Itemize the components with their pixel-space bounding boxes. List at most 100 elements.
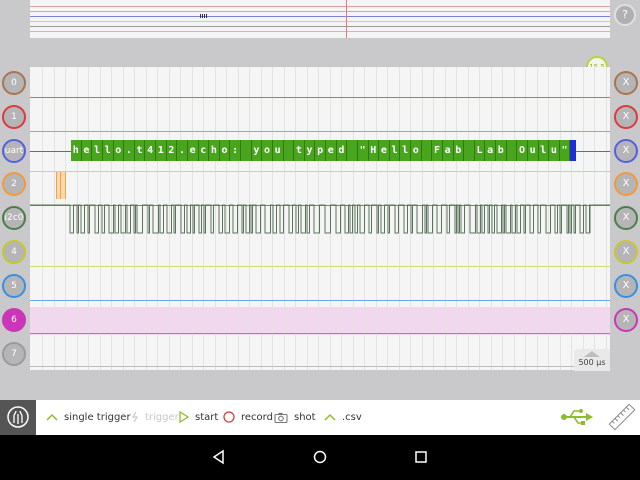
channel-line (30, 171, 610, 172)
csv-export-button[interactable]: .csv (324, 400, 362, 435)
decoded-char: l (400, 140, 411, 161)
channel-line (30, 266, 610, 267)
chevron-up-icon (46, 413, 58, 421)
overview-strip[interactable] (30, 0, 610, 38)
decoded-char: . (124, 140, 135, 161)
channel-button-4[interactable]: 4 (2, 240, 26, 264)
logo-icon (7, 406, 29, 428)
overview-line (30, 11, 610, 12)
usb-icon[interactable] (560, 408, 594, 426)
decoded-char: e (326, 140, 337, 161)
decoded-char: o (262, 140, 273, 161)
decoded-char (283, 140, 295, 161)
i2c-signal-trace (30, 204, 610, 234)
channel-button-uart[interactable]: uart (2, 139, 26, 163)
ruler-button[interactable] (603, 400, 640, 435)
bottom-toolbar: single trigger trigger start record shot… (0, 400, 640, 435)
clear-channel-button-6[interactable]: X (614, 308, 638, 332)
channel-6-highlight (30, 307, 610, 335)
app-logo[interactable] (0, 400, 36, 435)
recents-icon[interactable] (413, 449, 429, 465)
decoded-char: p (315, 140, 326, 161)
decoded-char: L (474, 140, 486, 161)
chevron-up-icon (324, 413, 336, 421)
decoded-char: h (209, 140, 220, 161)
lightning-icon (131, 411, 139, 423)
channel-line (30, 97, 610, 98)
decoded-char: H (368, 140, 380, 161)
decoded-char: c (198, 140, 210, 161)
decoded-char: t (134, 140, 146, 161)
shot-label: shot (294, 412, 316, 423)
play-icon (179, 411, 189, 423)
decoded-char: e (187, 140, 199, 161)
decoded-char: l (538, 140, 550, 161)
decoded-char: o (219, 140, 231, 161)
csv-label: .csv (342, 412, 362, 423)
signal-path (30, 204, 610, 234)
decoded-char: O (517, 140, 528, 161)
trigger-button[interactable]: trigger (131, 400, 179, 435)
camera-icon (274, 412, 288, 423)
overview-line (30, 6, 610, 7)
decoded-char: l (102, 140, 114, 161)
ruler-icon (608, 403, 636, 431)
record-button[interactable]: record (223, 400, 273, 435)
clear-channel-button-i2c0[interactable]: X (614, 206, 638, 230)
decoded-char: : (230, 140, 241, 161)
decoded-char: y (304, 140, 316, 161)
timescale-button[interactable]: 500 µs (574, 349, 610, 371)
record-label: record (241, 412, 273, 423)
decoded-char: y (251, 140, 263, 161)
decoded-char: u (549, 140, 560, 161)
decoded-char: o (411, 140, 422, 161)
decoded-end-marker (570, 140, 577, 161)
start-button[interactable]: start (179, 400, 218, 435)
decoded-char: 4 (145, 140, 156, 161)
clear-channel-button-2[interactable]: X (614, 172, 638, 196)
clear-channel-button-0[interactable]: X (614, 71, 638, 95)
decoded-char (347, 140, 358, 161)
channel-button-6[interactable]: 6 (2, 308, 26, 332)
decoded-char (464, 140, 475, 161)
android-nav-bar (0, 435, 640, 480)
channel-button-5[interactable]: 5 (2, 274, 26, 298)
screenshot-button[interactable]: shot (274, 400, 316, 435)
channel-button-i2c0[interactable]: i2c0 (2, 206, 26, 230)
overview-cursor[interactable] (346, 0, 347, 38)
decoded-char: l (389, 140, 401, 161)
decoded-char: e (379, 140, 390, 161)
clear-channel-button-1[interactable]: X (614, 105, 638, 129)
decoded-char: a (485, 140, 496, 161)
decoded-char: b (496, 140, 507, 161)
decoded-char: " (357, 140, 369, 161)
channel-line (30, 300, 610, 301)
overview-signal-mark (200, 14, 208, 18)
decoded-char (421, 140, 433, 161)
channel-button-1[interactable]: 1 (2, 105, 26, 129)
clear-channel-button-4[interactable]: X (614, 240, 638, 264)
decoded-char: . (177, 140, 188, 161)
decoded-char: o (113, 140, 125, 161)
channel-button-2[interactable]: 2 (2, 172, 26, 196)
decoded-char: u (527, 140, 539, 161)
decoded-char: e (81, 140, 93, 161)
clear-channel-button-5[interactable]: X (614, 274, 638, 298)
timescale-label: 500 µs (578, 358, 606, 367)
decoded-char: F (432, 140, 443, 161)
decoded-char: d (336, 140, 348, 161)
single-trigger-button[interactable]: single trigger (46, 400, 131, 435)
help-button[interactable]: ? (614, 4, 636, 26)
overview-line (30, 26, 610, 27)
clear-channel-button-uart[interactable]: X (614, 139, 638, 163)
decoded-char: a (442, 140, 454, 161)
decoded-char (506, 140, 518, 161)
decoded-char: 2 (166, 140, 178, 161)
channel-button-0[interactable]: 0 (2, 71, 26, 95)
channel-line (30, 131, 610, 132)
channel-button-7[interactable]: 7 (2, 342, 26, 366)
back-icon[interactable] (211, 449, 227, 465)
home-icon[interactable] (312, 449, 328, 465)
channel-line (30, 366, 610, 367)
decoded-char: 1 (156, 140, 167, 161)
